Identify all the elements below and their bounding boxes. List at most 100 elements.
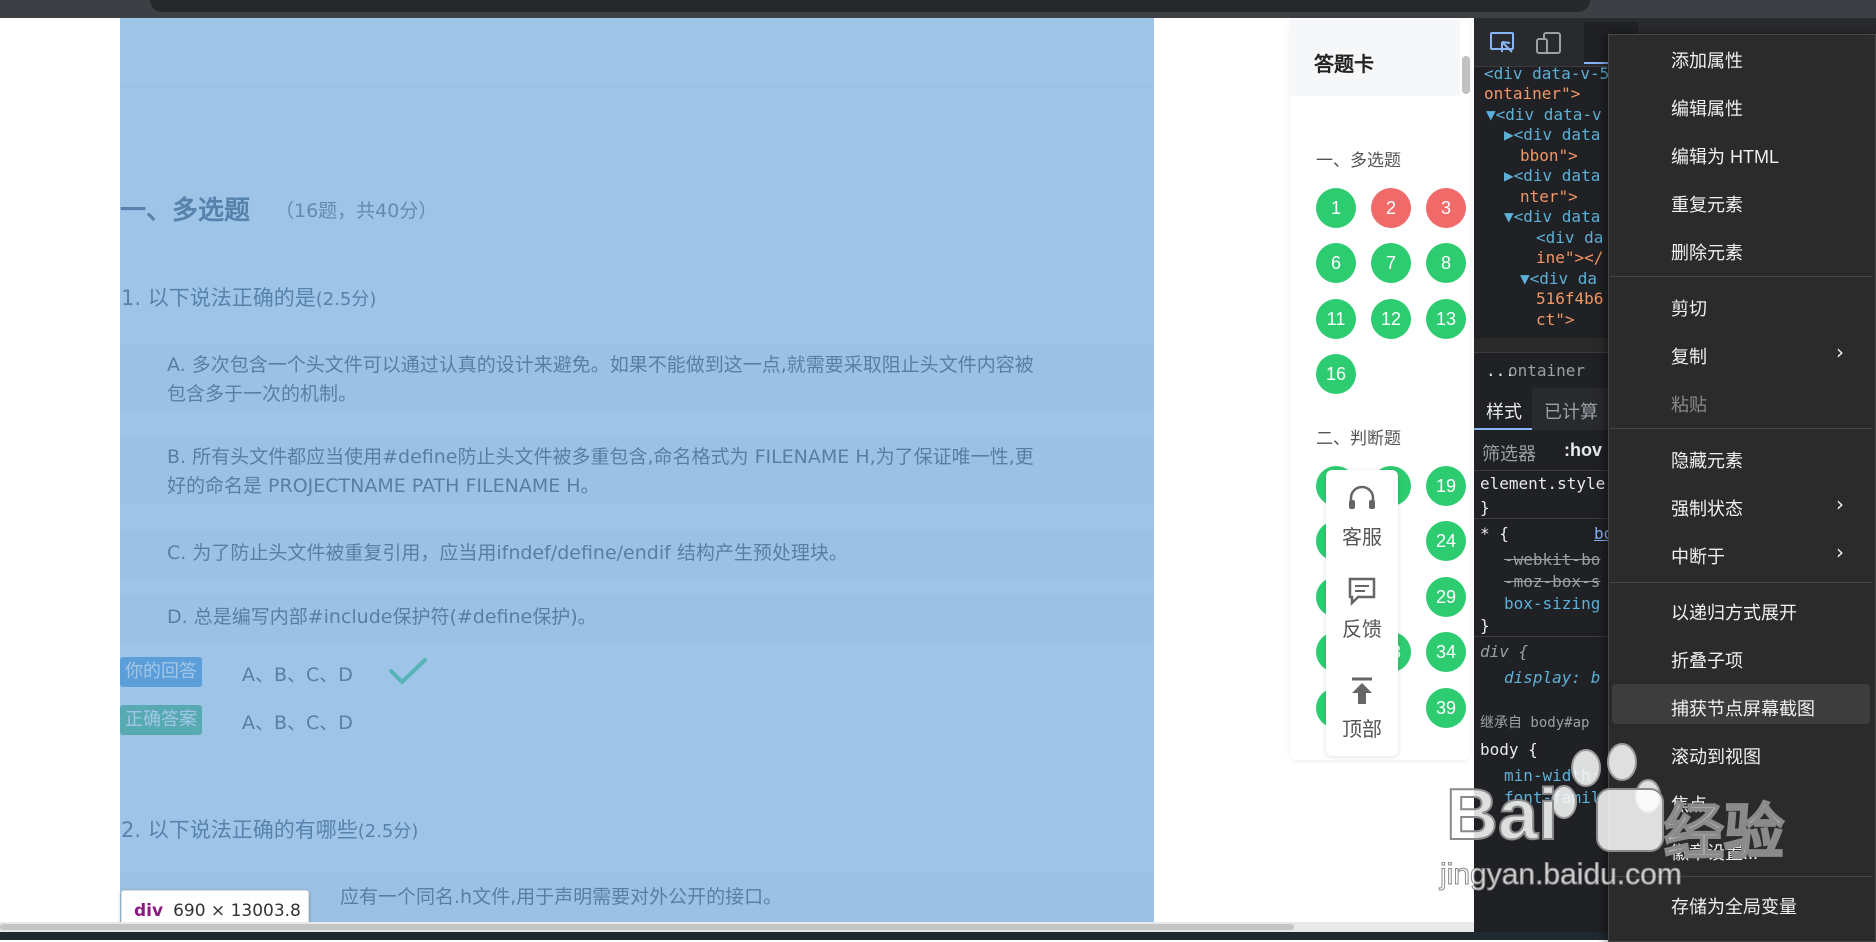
dom-line[interactable]: bbon">	[1520, 146, 1578, 165]
question-number-button[interactable]: 29	[1426, 577, 1466, 617]
customer-service-label: 客服	[1342, 525, 1382, 549]
dom-line[interactable]: ct">	[1536, 310, 1575, 329]
dom-line[interactable]: ▼<div data-v	[1486, 105, 1602, 124]
chevron-right-icon: ›	[1836, 540, 1844, 564]
inspect-element-icon[interactable]	[1490, 32, 1516, 54]
watermark-url: jingyan.baidu.com	[1440, 858, 1683, 892]
option-c[interactable]: C. 为了防止头文件被重复引用，应当用ifndef/define/endif 结…	[120, 530, 1154, 578]
style-property[interactable]: -webkit-bo	[1504, 550, 1600, 569]
question-number-button[interactable]: 8	[1426, 243, 1466, 283]
section-title: 一、多选题	[120, 196, 251, 226]
chevron-right-icon: ›	[1836, 492, 1844, 516]
menu-item-duplicate-element[interactable]: 重复元素	[1671, 191, 1743, 217]
horizontal-scrollbar[interactable]	[0, 922, 1474, 932]
menu-item-break-on[interactable]: 中断于	[1671, 543, 1725, 569]
menu-separator	[1610, 428, 1872, 429]
question-number-button[interactable]: 11	[1316, 299, 1356, 339]
answer-card-scrollbar[interactable]	[1462, 56, 1470, 94]
headset-icon	[1349, 485, 1375, 509]
dom-line[interactable]: nter">	[1520, 187, 1578, 206]
feedback-label: 反馈	[1342, 617, 1382, 641]
question-2-text: 2. 以下说法正确的有哪些	[121, 818, 358, 842]
menu-item-copy[interactable]: 复制	[1671, 343, 1707, 369]
question-2-title: 2. 以下说法正确的有哪些(2.5分)	[121, 814, 418, 844]
star-rule[interactable]: * {	[1480, 524, 1509, 543]
div-rule[interactable]: div {	[1480, 642, 1528, 661]
question-1-title: 1. 以下说法正确的是(2.5分)	[121, 282, 376, 312]
menu-item-cut[interactable]: 剪切	[1671, 295, 1707, 321]
address-bar[interactable]	[150, 0, 1590, 12]
hov-toggle[interactable]: :hov	[1564, 440, 1602, 461]
answer-card-title: 答题卡	[1314, 52, 1374, 76]
answer-card-section-2: 二、判断题	[1316, 429, 1401, 449]
feedback-button[interactable]: 反馈	[1326, 576, 1398, 642]
question-1-points: (2.5分)	[315, 289, 377, 310]
breadcrumb-item[interactable]: ontainer	[1508, 361, 1585, 380]
customer-service-button[interactable]: 客服	[1326, 484, 1398, 550]
menu-item-capture-node-screenshot[interactable]: 捕获节点屏幕截图	[1671, 695, 1815, 721]
element-style-rule[interactable]: element.style	[1480, 474, 1605, 493]
dom-line[interactable]: ▶<div data	[1504, 166, 1600, 185]
inherited-from: 继承自 body#ap	[1480, 715, 1590, 731]
watermark-brand: Bai	[1445, 774, 1559, 856]
style-property[interactable]: display: b	[1504, 668, 1600, 687]
arrow-up-icon	[1352, 677, 1372, 704]
style-property[interactable]: -moz-box-s	[1504, 572, 1600, 591]
feedback-icon	[1348, 577, 1376, 607]
style-property[interactable]: box-sizing	[1504, 594, 1600, 613]
taskbar-strip	[0, 932, 1876, 940]
menu-item-expand-recursively[interactable]: 以递归方式展开	[1671, 599, 1797, 625]
option-q2-a-text: 应有一个同名.h文件,用于声明需要对外公开的接口。	[340, 886, 783, 908]
dom-line[interactable]: ▼<div data	[1504, 207, 1600, 226]
device-toggle-icon[interactable]	[1536, 32, 1562, 54]
option-c-text: C. 为了防止头文件被重复引用，应当用ifndef/define/endif 结…	[167, 542, 848, 564]
node-dimensions: 690 × 13003.8	[173, 901, 301, 921]
tab-computed[interactable]: 已计算	[1544, 398, 1598, 424]
tab-styles[interactable]: 样式	[1486, 398, 1522, 424]
filter-input[interactable]: 筛选器	[1482, 440, 1536, 466]
question-number-button[interactable]: 6	[1316, 243, 1356, 283]
dom-line[interactable]: <div data-v-5	[1484, 64, 1609, 83]
scrollbar-thumb[interactable]	[0, 924, 1294, 930]
menu-separator	[1610, 276, 1872, 277]
baidu-watermark: Bai 经验 jingyan.baidu.com	[1436, 740, 1796, 904]
question-number-button[interactable]: 19	[1426, 466, 1466, 506]
menu-item-edit-as-html[interactable]: 编辑为 HTML	[1671, 143, 1779, 169]
check-icon	[389, 658, 427, 685]
question-number-button[interactable]: 2	[1371, 188, 1411, 228]
menu-separator	[1610, 582, 1872, 583]
question-number-button[interactable]: 16	[1316, 354, 1356, 394]
option-d[interactable]: D. 总是编写内部#include保护符(#define保护)。	[120, 594, 1154, 642]
dom-line[interactable]: ine"></	[1536, 248, 1603, 267]
question-1-text: 1. 以下说法正确的是	[121, 286, 316, 310]
question-number-button[interactable]: 24	[1426, 521, 1466, 561]
back-to-top-button[interactable]: 顶部	[1326, 676, 1398, 742]
menu-item-add-attribute[interactable]: 添加属性	[1671, 47, 1743, 73]
question-number-button[interactable]: 13	[1426, 299, 1466, 339]
menu-item-hide-element[interactable]: 隐藏元素	[1671, 447, 1743, 473]
question-number-button[interactable]: 7	[1371, 243, 1411, 283]
dom-line[interactable]: 516f4b6	[1536, 289, 1603, 308]
question-number-button[interactable]: 1	[1316, 188, 1356, 228]
question-number-button[interactable]: 39	[1426, 688, 1466, 728]
menu-item-collapse-children[interactable]: 折叠子项	[1671, 647, 1743, 673]
option-b-text: B. 所有头文件都应当使用#define防止头文件被多重包含,命名格式为 FIL…	[167, 446, 1034, 497]
option-b[interactable]: B. 所有头文件都应当使用#define防止头文件被多重包含,命名格式为 FIL…	[120, 436, 1154, 504]
question-number-button[interactable]: 3	[1426, 188, 1466, 228]
menu-item-edit-attribute[interactable]: 编辑属性	[1671, 95, 1743, 121]
your-answer-value: A、B、C、D	[242, 664, 353, 686]
option-a[interactable]: A. 多次包含一个头文件可以通过认真的设计来避免。如果不能做到这一点,就需要采取…	[120, 344, 1154, 412]
menu-item-force-state[interactable]: 强制状态	[1671, 495, 1743, 521]
dom-line[interactable]: ▶<div data	[1504, 125, 1600, 144]
question-2-points: (2.5分)	[357, 821, 419, 842]
question-number-button[interactable]: 34	[1426, 632, 1466, 672]
menu-item-paste: 粘贴	[1671, 395, 1707, 415]
rule-close: }	[1480, 616, 1490, 635]
dom-line[interactable]: ▼<div da	[1520, 269, 1597, 288]
dom-line[interactable]: <div da	[1536, 228, 1603, 247]
dom-line[interactable]: ontainer">	[1484, 84, 1580, 103]
option-d-text: D. 总是编写内部#include保护符(#define保护)。	[167, 606, 597, 628]
menu-item-delete-element[interactable]: 删除元素	[1671, 239, 1743, 265]
section-subtitle: （16题，共40分）	[275, 200, 438, 222]
question-number-button[interactable]: 12	[1371, 299, 1411, 339]
